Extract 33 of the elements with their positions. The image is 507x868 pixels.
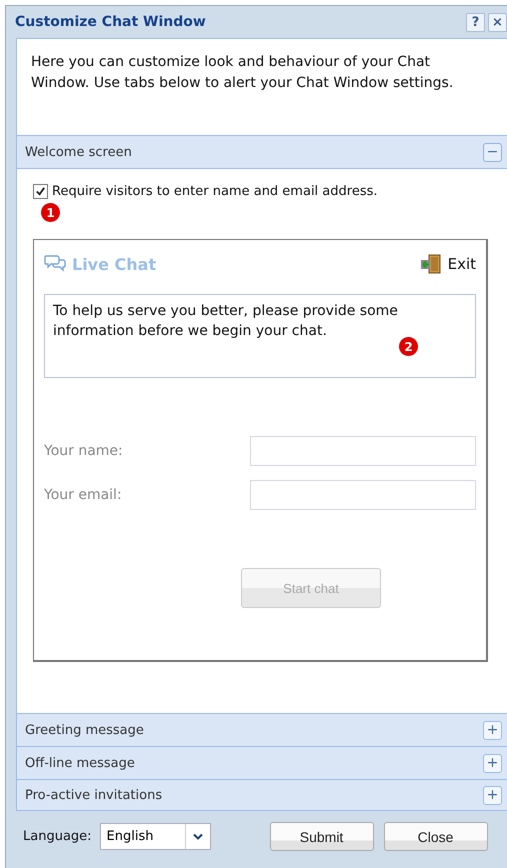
chat-title: Live Chat [72,254,156,274]
expand-button[interactable]: + [483,786,502,804]
collapse-button[interactable]: − [483,142,502,162]
close-button[interactable]: × [488,12,507,32]
welcome-message: To help us serve you better, please provide some information before we begin your chat. [53,303,398,339]
input-field[interactable] [250,436,476,466]
chat-bubbles-icon [44,254,66,274]
language-select[interactable]: English [100,823,211,850]
expand-button[interactable]: + [483,720,502,740]
close-button[interactable]: Close [384,822,488,851]
exit-button[interactable]: Exit [420,253,476,275]
door-exit-icon [420,253,442,275]
section-title: Pro-active invitations [25,788,162,802]
submit-button[interactable]: Submit [270,822,374,851]
section-header[interactable]: Welcome screen − [17,135,507,168]
checkbox-label: Require visitors to enter name and email address. [52,184,378,199]
expand-button[interactable]: + [483,754,502,772]
step-marker: 2 [399,337,418,356]
step-marker: 1 [41,203,60,222]
section-header[interactable]: Pro-active invitations + [17,779,507,810]
language-label: Language: [23,829,92,844]
field-label: Your email: [44,487,122,503]
section-title: Welcome screen [25,144,132,160]
input-field[interactable] [250,480,476,510]
help-button[interactable]: ? [466,12,485,32]
section-title: Greeting message [25,722,144,738]
field-label: Your name: [44,443,123,459]
section-header[interactable]: Off-line message + [17,746,507,779]
window-title: Customize Chat Window [15,14,206,30]
section-header[interactable]: Greeting message + [17,713,507,746]
intro-text: Here you can customize look and behaviour of your Chat Window. Use tabs below to alert your Chat Window settings. [30,53,454,93]
section-title: Off-line message [25,756,135,770]
checkbox[interactable] [33,184,48,199]
